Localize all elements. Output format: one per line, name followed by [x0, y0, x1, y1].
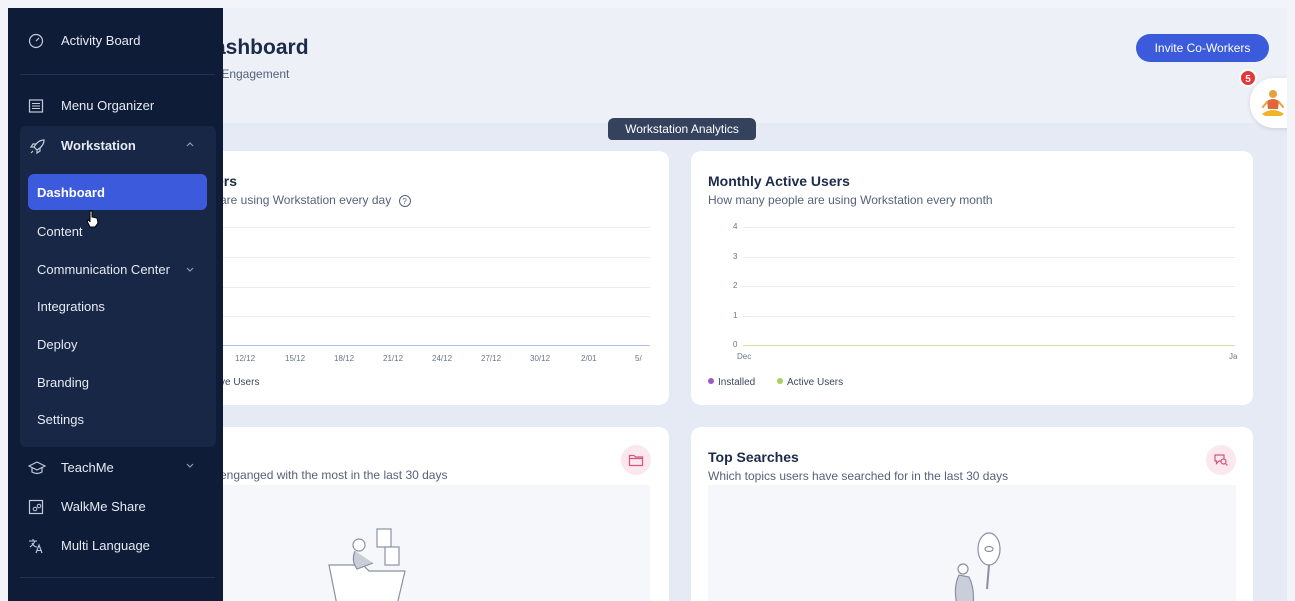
rocket-icon: [29, 139, 45, 155]
x-tick-label: 5/: [635, 354, 642, 363]
x-tick-label: Dec: [737, 352, 752, 361]
gridline: [220, 287, 650, 288]
invite-co-workers-button[interactable]: Invite Co-Workers: [1136, 34, 1269, 62]
sidebar-subitem-content[interactable]: Content: [37, 224, 83, 239]
sidebar-subitem-branding[interactable]: Branding: [37, 375, 89, 390]
graduation-cap-icon: [28, 461, 46, 475]
y-tick-label: 2: [733, 281, 738, 290]
installed-dot: [708, 378, 714, 384]
active-users-series-line: [743, 345, 1235, 346]
share-icon: [28, 499, 44, 515]
top-content-card: enganged with the most in the last 30 da…: [200, 427, 669, 601]
magnifier-illustration: [954, 532, 1001, 601]
empty-state-area: [708, 485, 1236, 601]
help-icon[interactable]: ?: [398, 195, 411, 207]
card-title: Monthly Active Users: [708, 173, 850, 189]
baseline: [220, 345, 650, 346]
divider: [20, 74, 215, 75]
x-tick-label: Ja: [1229, 352, 1238, 361]
gridline: [743, 316, 1235, 317]
y-tick-label: 0: [733, 340, 738, 349]
card-subtitle: are using Workstation every day ?: [220, 193, 411, 207]
monthly-active-users-card: Monthly Active Users How many people are…: [691, 151, 1253, 405]
sidebar-item-multi-language[interactable]: Multi Language: [8, 528, 223, 564]
chevron-up-icon: [186, 142, 194, 147]
legend-label: Installed: [718, 377, 756, 388]
sidebar-subitem-label: Dashboard: [37, 185, 105, 200]
sidebar-item-label: Activity Board: [61, 33, 141, 48]
empty-folder-illustration: [328, 528, 406, 601]
card-subtitle: enganged with the most in the last 30 da…: [220, 468, 448, 482]
list-icon: [28, 99, 44, 113]
sidebar-item-menu-organizer[interactable]: Menu Organizer: [8, 88, 223, 124]
sidebar-subitem-settings[interactable]: Settings: [37, 412, 84, 427]
top-searches-card: Top Searches Which topics users have sea…: [691, 427, 1253, 601]
x-tick-label: 18/12: [334, 354, 355, 363]
daily-active-users-card: ers are using Workstation every day ? 12…: [200, 151, 669, 405]
workstation-analytics-tab: Workstation Analytics: [608, 118, 756, 140]
sidebar-item-label: TeachMe: [61, 460, 114, 475]
sidebar-subitem-communication-center[interactable]: Communication Center: [37, 262, 207, 277]
sidebar-item-activity-board[interactable]: Activity Board: [8, 23, 223, 59]
folder-icon-button[interactable]: [621, 445, 651, 475]
x-tick-label: 21/12: [383, 354, 404, 363]
translate-icon: [29, 539, 43, 554]
gridline: [743, 286, 1235, 287]
gridline: [220, 257, 650, 258]
divider: [20, 577, 215, 578]
sidebar-subitem-deploy[interactable]: Deploy: [37, 337, 77, 352]
gridline: [743, 257, 1235, 258]
gauge-icon: [28, 33, 44, 49]
sidebar-item-label: WalkMe Share: [61, 499, 146, 514]
x-tick-label: 30/12: [530, 354, 551, 363]
chevron-down-icon: [186, 267, 194, 272]
legend-item-active-users: Active Users: [777, 377, 843, 388]
y-tick-label: 4: [733, 222, 738, 231]
meditating-figure-icon: [1262, 90, 1284, 116]
sidebar-subitem-dashboard[interactable]: Dashboard: [28, 174, 207, 210]
sidebar-subitem-integrations[interactable]: Integrations: [37, 299, 105, 314]
folder-icon: [628, 454, 644, 467]
x-tick-label: 24/12: [432, 354, 453, 363]
empty-state-area: [220, 485, 650, 601]
app-frame: ashboard r Engagement Invite Co-Workers …: [8, 8, 1287, 601]
chevron-down-icon: [186, 463, 194, 468]
sidebar-item-label: Multi Language: [61, 538, 150, 553]
x-tick-label: 2/01: [581, 354, 597, 363]
gridline: [220, 227, 650, 228]
search-topics-icon-button[interactable]: [1206, 445, 1236, 475]
sidebar-item-walkme-share[interactable]: WalkMe Share: [8, 489, 223, 525]
legend-item-installed: Installed: [708, 377, 755, 388]
active-users-dot: [777, 378, 783, 384]
card-title: Top Searches: [708, 449, 799, 465]
legend-label: Active Users: [787, 377, 844, 388]
y-tick-label: 3: [733, 252, 738, 261]
sidebar-item-workstation[interactable]: Workstation: [8, 128, 223, 164]
legend-item: ve Users: [220, 377, 260, 388]
gridline: [743, 227, 1235, 228]
page-subtitle: r Engagement: [214, 67, 290, 81]
card-subtitle-text: are using Workstation every day: [220, 193, 392, 207]
notification-badge[interactable]: 5: [1239, 69, 1257, 87]
gridline: [220, 316, 650, 317]
x-tick-label: 15/12: [285, 354, 306, 363]
hand-cursor-icon: [86, 210, 99, 228]
y-tick-label: 1: [733, 311, 738, 320]
x-tick-label: 27/12: [481, 354, 502, 363]
sidebar-item-label: Menu Organizer: [61, 98, 155, 113]
sidebar-item-label: Workstation: [61, 138, 136, 153]
card-subtitle: How many people are using Workstation ev…: [708, 193, 993, 207]
x-tick-label: 12/12: [235, 354, 256, 363]
search-bubble-icon: [1214, 454, 1228, 466]
sidebar: Activity Board Menu Organizer Workstatio…: [8, 8, 223, 601]
page-title: ashboard: [214, 36, 309, 59]
sidebar-item-teachme[interactable]: TeachMe: [8, 450, 223, 486]
sidebar-subitem-label: Communication Center: [37, 262, 170, 277]
card-subtitle: Which topics users have searched for in …: [708, 469, 1009, 483]
